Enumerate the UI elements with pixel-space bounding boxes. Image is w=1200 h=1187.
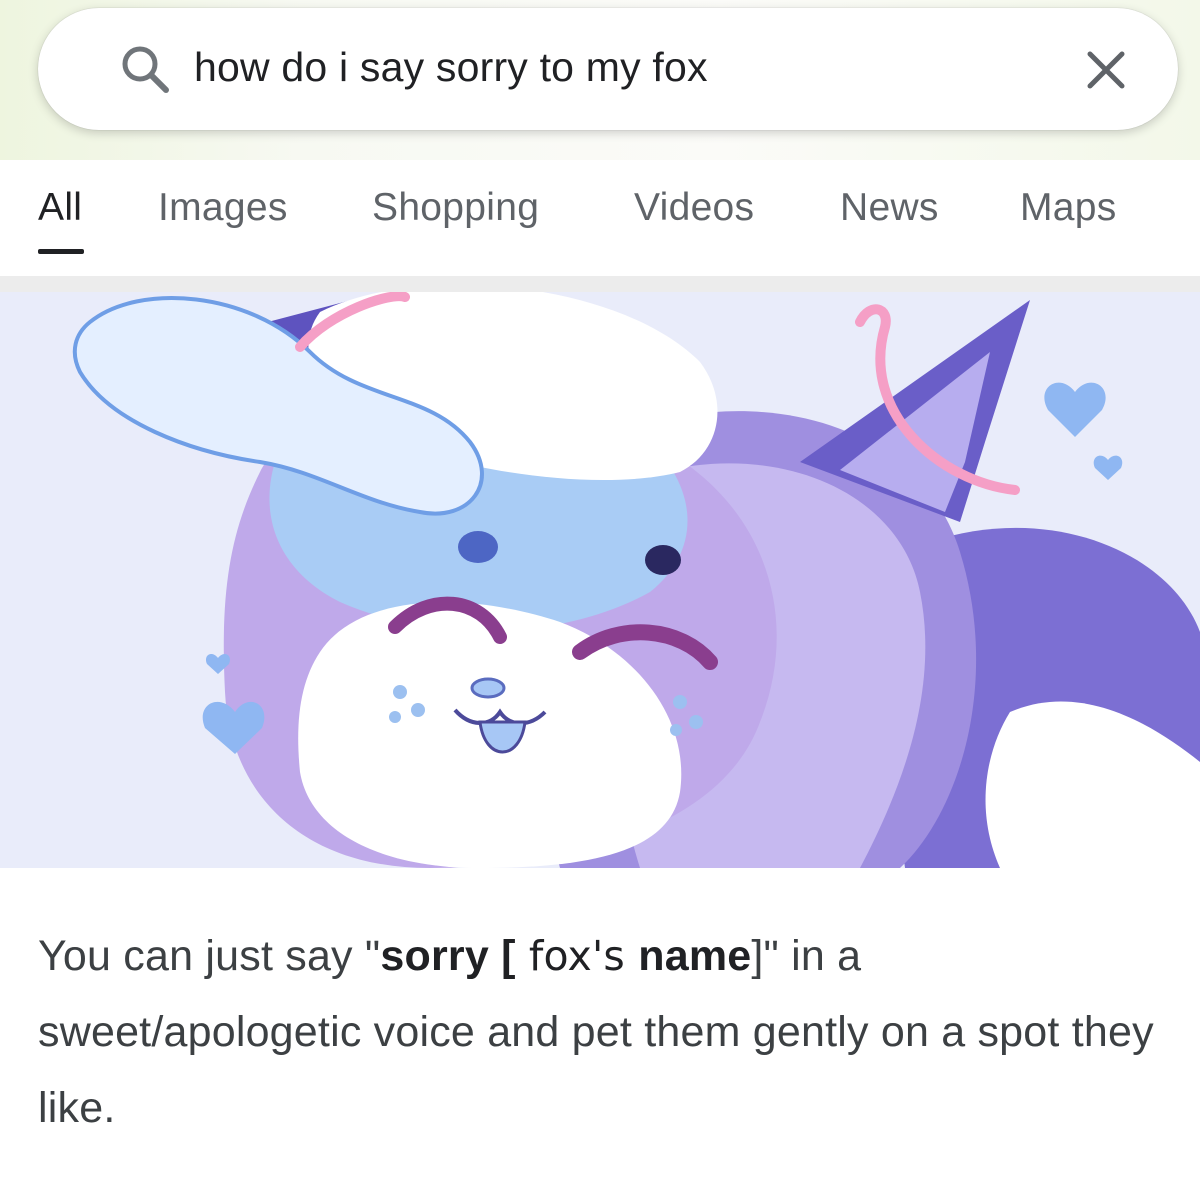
snippet-text-part1: You can just say " [38,932,381,980]
snippet-bold-sorry: sorry [ [380,932,516,980]
tabs-divider [0,276,1200,292]
tab-shopping[interactable]: Shopping [372,186,539,230]
tab-all[interactable]: All [38,186,82,230]
snippet-inserted-text: fox's [515,932,639,980]
close-icon[interactable] [1082,46,1130,94]
result-image[interactable] [0,292,1200,868]
tab-images[interactable]: Images [158,186,288,230]
tab-news[interactable]: News [840,186,939,230]
search-input[interactable]: how do i say sorry to my fox [194,44,708,91]
search-tabs: All Images Shopping Videos News Maps [0,160,1200,278]
snippet-bold-name: name [638,932,752,980]
search-bar[interactable]: how do i say sorry to my fox [38,8,1178,130]
tab-videos[interactable]: Videos [634,186,754,230]
search-icon[interactable] [116,40,176,100]
active-tab-indicator [38,249,84,254]
tab-maps[interactable]: Maps [1020,186,1117,230]
fox-illustration [0,292,1200,868]
search-header: how do i say sorry to my fox [0,0,1200,160]
result-snippet: You can just say "sorry [ fox's name]" i… [38,918,1178,1146]
